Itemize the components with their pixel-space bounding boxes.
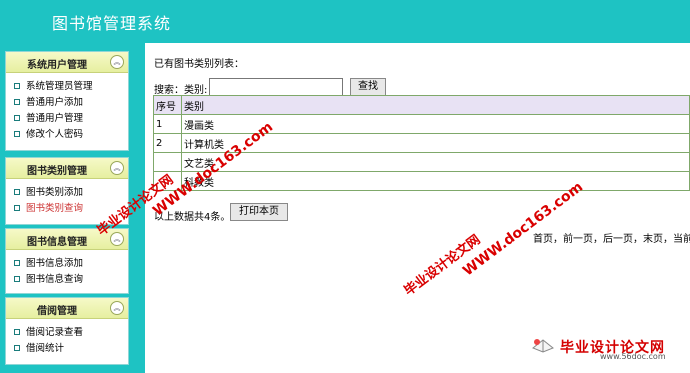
table-row: 科教类 (153, 171, 690, 191)
sidebar-item-label: 图书信息添加 (26, 258, 84, 269)
sidebar-item-user-manage[interactable]: 普通用户管理 (6, 111, 128, 127)
bullet-icon (14, 275, 20, 282)
search-label: 搜索：类别: (154, 85, 208, 96)
bullet-icon (14, 130, 20, 137)
panel-title: 图书类别管理 (27, 166, 87, 177)
collapse-icon[interactable]: ︽ (110, 161, 124, 175)
panel-header[interactable]: 系统用户管理 ︽ (6, 52, 128, 73)
panel-user-management: 系统用户管理 ︽ 系统管理员管理 普通用户添加 普通用户管理 修改个人密码 (5, 51, 129, 151)
cell-index: 2 (153, 133, 182, 153)
bullet-icon (14, 188, 20, 195)
sidebar-item-admin-manage[interactable]: 系统管理员管理 (6, 79, 128, 95)
sidebar-item-book-add[interactable]: 图书信息添加 (6, 256, 128, 272)
pagination[interactable]: 首页，前一页，后一页，末页，当前 (533, 230, 690, 245)
sidebar-item-label: 系统管理员管理 (26, 81, 93, 92)
cell-index (153, 152, 182, 172)
app-header: 图书馆管理系统 (0, 0, 690, 43)
sidebar-item-label: 借阅记录查看 (26, 327, 84, 338)
sidebar-item-user-add[interactable]: 普通用户添加 (6, 95, 128, 111)
panel-book-management: 图书信息管理 ︽ 图书信息添加 图书信息查询 (5, 228, 129, 294)
search-button[interactable]: 查找 (350, 78, 386, 96)
table-row: 1 漫画类 (153, 114, 690, 134)
sidebar-item-change-password[interactable]: 修改个人密码 (6, 127, 128, 143)
panel-title: 系统用户管理 (27, 60, 87, 71)
sidebar-item-label: 图书类别查询 (26, 203, 84, 214)
bullet-icon (14, 204, 20, 211)
sidebar-item-label: 图书信息查询 (26, 274, 84, 285)
print-button[interactable]: 打印本页 (230, 203, 288, 221)
sidebar-item-label: 图书类别添加 (26, 187, 84, 198)
book-logo-icon (532, 339, 554, 353)
collapse-icon[interactable]: ︽ (110, 301, 124, 315)
watermark-logo-url: www.56doc.com (600, 352, 666, 361)
panel-header[interactable]: 图书类别管理 ︽ (6, 158, 128, 179)
cell-category: 文艺类 (181, 152, 690, 172)
sidebar-item-book-query[interactable]: 图书信息查询 (6, 272, 128, 288)
collapse-icon[interactable]: ︽ (110, 232, 124, 246)
panel-borrow-management: 借阅管理 ︽ 借阅记录查看 借阅统计 (5, 297, 129, 365)
sidebar-item-label: 借阅统计 (26, 343, 65, 354)
panel-header[interactable]: 借阅管理 ︽ (6, 298, 128, 319)
app-title: 图书馆管理系统 (52, 14, 172, 33)
list-title: 已有图书类别列表： (154, 59, 244, 70)
sidebar-item-label: 修改个人密码 (26, 129, 84, 140)
main-content: 已有图书类别列表： 搜索：类别: 查找 序号 类别 1 漫画类 2 计算机类 文… (145, 43, 690, 373)
column-header-category: 类别 (181, 95, 690, 115)
bullet-icon (14, 98, 20, 105)
cell-index: 1 (153, 114, 182, 134)
bullet-icon (14, 82, 20, 89)
sidebar-item-category-add[interactable]: 图书类别添加 (6, 185, 128, 201)
column-header-index: 序号 (153, 95, 182, 115)
collapse-icon[interactable]: ︽ (110, 55, 124, 69)
bullet-icon (14, 259, 20, 266)
table-header-row: 序号 类别 (153, 95, 690, 115)
bullet-icon (14, 344, 20, 351)
bullet-icon (14, 114, 20, 121)
panel-title: 图书信息管理 (27, 237, 87, 248)
panel-title: 借阅管理 (37, 306, 77, 317)
sidebar-item-label: 普通用户添加 (26, 97, 84, 108)
bullet-icon (14, 328, 20, 335)
sidebar-item-borrow-records[interactable]: 借阅记录查看 (6, 325, 128, 341)
cell-category: 科教类 (181, 171, 690, 191)
sidebar-item-label: 普通用户管理 (26, 113, 84, 124)
sidebar-item-borrow-stats[interactable]: 借阅统计 (6, 341, 128, 357)
